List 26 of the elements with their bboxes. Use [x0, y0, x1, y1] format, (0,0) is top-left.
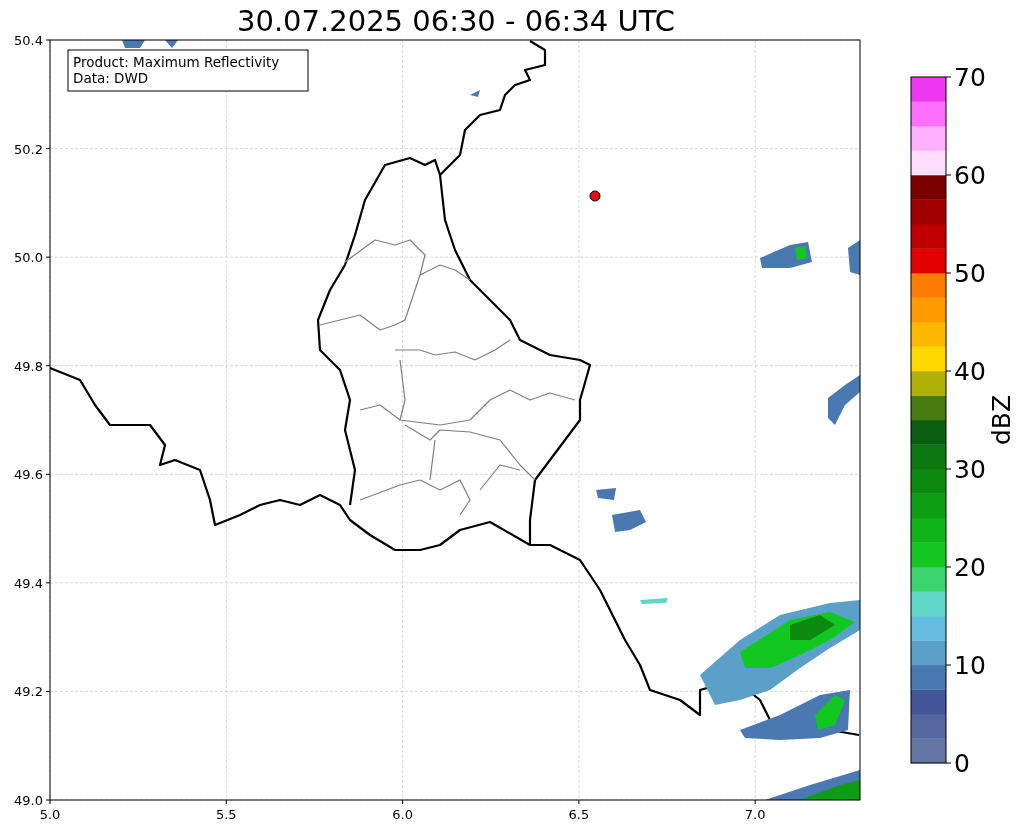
y-tick-label: 49.0	[14, 793, 43, 808]
y-tick-label: 49.8	[14, 358, 43, 374]
colorbar-label: dBZ	[987, 394, 1016, 446]
x-tick-label: 6.0	[392, 807, 413, 822]
x-tick-label: 7.0	[744, 807, 766, 822]
y-tick-label: 49.6	[14, 467, 43, 483]
x-tick-label: 6.5	[568, 807, 590, 822]
colorbar-tick-label: 0	[954, 749, 970, 778]
colorbar-tick-label: 40	[954, 357, 986, 386]
colorbar-tick-label: 60	[954, 161, 986, 190]
legend-text: Data: DWD	[73, 70, 149, 86]
colorbar-tick-label: 50	[954, 259, 986, 288]
y-tick-label: 49.2	[14, 684, 43, 700]
colorbar-tick-label: 10	[954, 651, 986, 680]
y-tick-label: 50.0	[14, 250, 43, 266]
colorbar-tick-label: 70	[954, 63, 986, 92]
y-tick-label: 50.2	[14, 141, 43, 157]
y-tick-label: 49.4	[14, 575, 43, 591]
x-tick-label: 5.5	[215, 807, 237, 822]
location-marker-icon	[589, 190, 601, 202]
y-tick-label: 50.4	[14, 33, 43, 48]
colorbar-tick-label: 30	[954, 455, 986, 484]
x-tick-label: 5.0	[39, 807, 61, 822]
legend-text: Product: Maximum Reflectivity	[73, 54, 280, 70]
chart-title: 30.07.2025 06:30 - 06:34 UTC	[237, 4, 675, 38]
colorbar-tick-label: 20	[954, 553, 986, 582]
